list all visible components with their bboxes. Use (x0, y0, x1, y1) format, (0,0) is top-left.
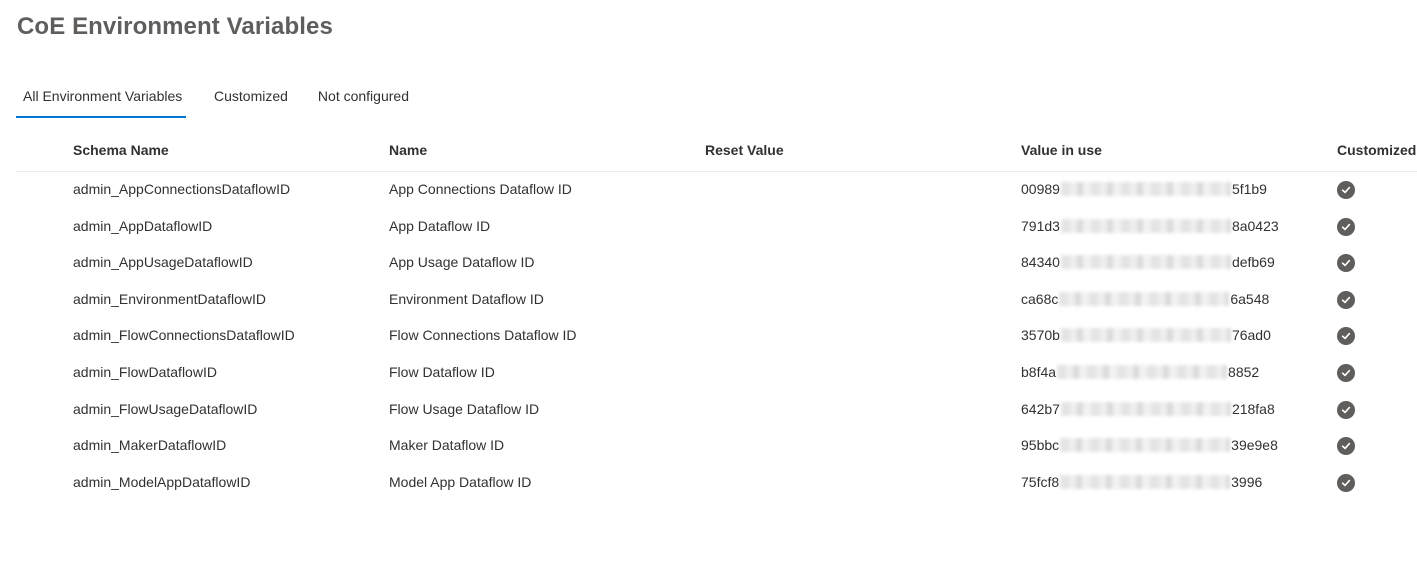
value-in-use-cell: 75fcf8 3996 (1021, 465, 1262, 499)
name-cell: Environment Dataflow ID (389, 290, 544, 307)
table-row[interactable]: admin_AppDataflowID App Dataflow ID 791d… (16, 209, 1417, 246)
value-in-use-cell: ca68c 6a548 (1021, 282, 1269, 316)
redacted-value-blur (1060, 401, 1231, 416)
table-row[interactable]: admin_AppUsageDataflowID App Usage Dataf… (16, 245, 1417, 282)
value-visible-prefix: 3570b (1021, 327, 1060, 344)
name-cell: App Dataflow ID (389, 217, 491, 234)
table-row[interactable]: admin_FlowUsageDataflowID Flow Usage Dat… (16, 392, 1417, 429)
column-header-value-in-use[interactable]: Value in use (1021, 134, 1102, 166)
value-visible-suffix: 3996 (1231, 473, 1263, 490)
value-in-use-cell: 642b7 218fa8 (1021, 392, 1275, 426)
table-row[interactable]: admin_MakerDataflowID Maker Dataflow ID … (16, 428, 1417, 465)
schema-name-cell[interactable]: admin_FlowUsageDataflowID (73, 392, 257, 426)
value-visible-suffix: 39e9e8 (1231, 437, 1278, 454)
name-cell: Model App Dataflow ID (389, 473, 532, 490)
page: CoE Environment Variables All Environmen… (0, 0, 1417, 582)
tab-bar: All Environment Variables Customized Not… (16, 80, 409, 118)
column-header-reset-value[interactable]: Reset Value (705, 134, 784, 166)
schema-name-cell[interactable]: admin_AppConnectionsDataflowID (73, 172, 290, 206)
tab-customized[interactable]: Customized (214, 80, 288, 118)
checkmark-circle-icon (1337, 217, 1355, 236)
value-visible-suffix: 6a548 (1230, 290, 1270, 307)
environment-variables-grid: Schema Name Name Reset Value Value in us… (16, 134, 1417, 501)
value-visible-suffix: defb69 (1231, 254, 1275, 271)
tab-not-configured[interactable]: Not configured (318, 80, 409, 118)
value-in-use-cell: 791d3 8a0423 (1021, 209, 1279, 243)
redacted-value-blur (1060, 182, 1231, 196)
schema-name-cell[interactable]: admin_AppDataflowID (73, 209, 212, 243)
name-cell: App Usage Dataflow ID (389, 254, 535, 271)
value-visible-suffix: 76ad0 (1231, 327, 1271, 344)
value-visible-prefix: 791d3 (1021, 217, 1060, 234)
value-visible-prefix: 75fcf8 (1021, 473, 1060, 490)
checkmark-circle-icon (1337, 473, 1355, 492)
page-title: CoE Environment Variables (17, 13, 333, 40)
redacted-value-blur (1060, 328, 1231, 343)
value-in-use-cell: 3570b 76ad0 (1021, 318, 1271, 352)
checkmark-circle-icon (1337, 400, 1355, 419)
value-visible-prefix: 84340 (1021, 254, 1060, 271)
value-visible-prefix: b8f4a (1021, 363, 1057, 380)
table-row[interactable]: admin_EnvironmentDataflowID Environment … (16, 282, 1417, 319)
grid-body: admin_AppConnectionsDataflowID App Conne… (16, 172, 1417, 501)
redacted-value-blur (1057, 364, 1228, 379)
value-in-use-cell: b8f4a 8852 (1021, 355, 1259, 389)
schema-name-cell[interactable]: admin_FlowConnectionsDataflowID (73, 318, 295, 352)
redacted-value-blur (1059, 291, 1230, 306)
name-cell: Flow Dataflow ID (389, 363, 495, 380)
value-in-use-cell: 84340 defb69 (1021, 245, 1275, 279)
value-in-use-cell: 95bbc 39e9e8 (1021, 428, 1278, 462)
value-visible-suffix: 218fa8 (1231, 400, 1275, 417)
schema-name-cell[interactable]: admin_ModelAppDataflowID (73, 465, 250, 499)
column-header-schema-name[interactable]: Schema Name (73, 134, 169, 166)
table-row[interactable]: admin_AppConnectionsDataflowID App Conne… (16, 172, 1417, 209)
redacted-value-blur (1060, 474, 1231, 489)
table-row[interactable]: admin_ModelAppDataflowID Model App Dataf… (16, 465, 1417, 502)
table-row[interactable]: admin_FlowDataflowID Flow Dataflow ID b8… (16, 355, 1417, 392)
name-cell: Flow Usage Dataflow ID (389, 400, 540, 417)
checkmark-circle-icon (1337, 327, 1355, 346)
redacted-value-blur (1060, 255, 1231, 270)
schema-name-cell[interactable]: admin_EnvironmentDataflowID (73, 282, 266, 316)
value-visible-suffix: 8852 (1228, 363, 1260, 380)
value-visible-suffix: 8a0423 (1231, 217, 1279, 234)
value-in-use-cell: 00989 5f1b9 (1021, 172, 1267, 206)
schema-name-cell[interactable]: admin_AppUsageDataflowID (73, 245, 253, 279)
column-header-customized[interactable]: Customized (1337, 134, 1416, 166)
value-visible-prefix: 95bbc (1021, 437, 1060, 454)
name-cell: Flow Connections Dataflow ID (389, 327, 577, 344)
table-row[interactable]: admin_FlowConnectionsDataflowID Flow Con… (16, 318, 1417, 355)
checkmark-circle-icon (1337, 290, 1355, 309)
schema-name-cell[interactable]: admin_FlowDataflowID (73, 355, 217, 389)
value-visible-suffix: 5f1b9 (1231, 181, 1267, 197)
name-cell: App Connections Dataflow ID (389, 181, 572, 197)
grid-header: Schema Name Name Reset Value Value in us… (16, 134, 1417, 172)
checkmark-circle-icon (1337, 363, 1355, 382)
value-visible-prefix: 00989 (1021, 181, 1060, 197)
redacted-value-blur (1060, 438, 1231, 453)
tab-all-environment-variables[interactable]: All Environment Variables (16, 80, 186, 118)
column-header-name[interactable]: Name (389, 134, 427, 166)
redacted-value-blur (1060, 218, 1231, 233)
name-cell: Maker Dataflow ID (389, 437, 505, 454)
schema-name-cell[interactable]: admin_MakerDataflowID (73, 428, 226, 462)
checkmark-circle-icon (1337, 181, 1355, 199)
checkmark-circle-icon (1337, 437, 1355, 456)
value-visible-prefix: 642b7 (1021, 400, 1060, 417)
checkmark-circle-icon (1337, 254, 1355, 273)
value-visible-prefix: ca68c (1021, 290, 1059, 307)
